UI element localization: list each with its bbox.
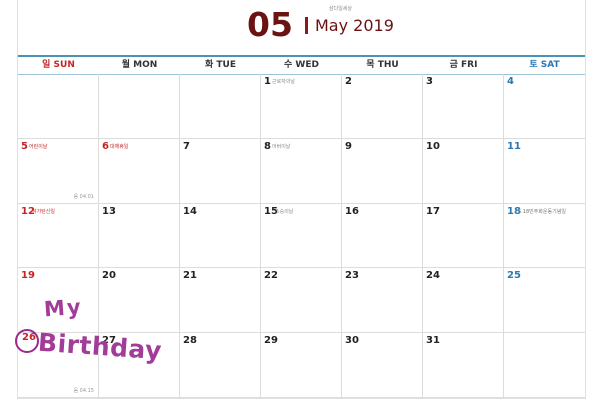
calendar-day-cell[interactable]: 13 [99, 203, 180, 269]
day-number: 1 [264, 76, 271, 87]
calendar-day-cell[interactable]: 18 5.18민주화운동기념일 [504, 204, 585, 269]
calendar-day-cell[interactable]: 3 [423, 74, 504, 139]
calendar-day-cell[interactable]: 21 [180, 268, 261, 334]
day-number: 3 [426, 76, 433, 87]
calendar-day-cell[interactable]: 12 석가탄신일 [18, 203, 99, 269]
weekday-sat: 토 SAT [529, 60, 560, 70]
day-number: 7 [183, 140, 190, 152]
day-note: 석가탄신일 [32, 208, 56, 215]
calendar-day-cell[interactable] [504, 333, 585, 398]
weekday-thu: 목 THU [366, 60, 399, 70]
month-number: 05 [247, 5, 293, 44]
day-number: 10 [426, 140, 440, 152]
day-number: 17 [426, 205, 440, 217]
day-number: 20 [102, 270, 116, 282]
day-note: 대체휴일 [110, 143, 129, 150]
day-note: 스승의날 [275, 208, 294, 215]
weekday-tue: 화 TUE [204, 60, 236, 70]
calendar-day-cell[interactable]: 14 [180, 203, 261, 269]
calendar-day-cell[interactable]: 30 [342, 333, 423, 398]
calendar-day-cell[interactable]: 16 [342, 203, 423, 269]
weekday-sun: 일 SUN [42, 60, 75, 70]
weekday-mon: 월 MON [121, 60, 158, 70]
calendar-day-cell[interactable]: 25 [504, 268, 585, 334]
calendar-day-cell[interactable]: 7 [180, 138, 261, 204]
day-number: 2 [345, 76, 352, 87]
calendar-day-cell[interactable] [18, 74, 99, 139]
weekday-fri: 금 FRI [449, 60, 478, 70]
calendar-day-cell[interactable]: 1 근로자의날 [261, 74, 342, 139]
calendar-day-cell[interactable]: 20 [99, 268, 180, 334]
day-number: 28 [183, 335, 197, 347]
day-note: 어린이날 [29, 143, 48, 150]
calendar-day-cell[interactable]: 5 어린이날음 04.01 [18, 138, 99, 204]
calendar-day-cell[interactable]: 17 [423, 203, 504, 269]
calendar-day-cell[interactable]: 9 [342, 138, 423, 204]
calendar-day-cell[interactable]: 22 [261, 268, 342, 334]
lunar-date: 음 04.01 [73, 193, 94, 200]
day-number: 21 [183, 270, 197, 282]
header-tiny-note: 삼다일세상 [329, 6, 353, 12]
calendar-day-cell[interactable]: 10 [423, 138, 504, 204]
calendar-day-cell[interactable] [99, 74, 180, 139]
doodle-my: My [43, 294, 84, 322]
day-number: 13 [102, 205, 116, 217]
calendar-day-cell[interactable]: 11 [504, 139, 585, 204]
month-year: May 2019 [315, 16, 394, 35]
calendar-day-cell[interactable]: 23 [342, 268, 423, 334]
calendar-day-cell[interactable]: 15 스승의날 [261, 203, 342, 269]
day-note: 어버이날 [272, 143, 291, 150]
day-number: 29 [264, 335, 278, 347]
day-number: 31 [426, 335, 440, 347]
calendar-day-cell[interactable]: 6 대체휴일 [99, 138, 180, 204]
day-number: 19 [21, 270, 35, 282]
day-number: 16 [345, 205, 359, 217]
day-number: 30 [345, 335, 359, 347]
day-number: 25 [507, 270, 521, 282]
day-number: 6 [102, 140, 109, 152]
day-number: 5 [21, 140, 28, 152]
day-number: 11 [507, 140, 521, 152]
day-number: 24 [426, 270, 440, 282]
calendar-day-cell[interactable]: 4 [504, 74, 585, 139]
header-separator [305, 17, 308, 34]
calendar-day-cell[interactable]: 31 [423, 333, 504, 398]
day-note: 근로자의날 [272, 79, 296, 85]
calendar-day-cell[interactable]: 28 [180, 333, 261, 398]
day-number: 23 [345, 270, 359, 282]
day-number: 9 [345, 140, 352, 152]
day-number: 8 [264, 140, 271, 152]
lunar-date: 음 04.15 [73, 388, 94, 394]
weekday-wed: 수 WED [284, 60, 319, 70]
day-number: 4 [507, 76, 514, 87]
day-number: 14 [183, 205, 197, 217]
weekday-header-row: 일 SUN 월 MON 화 TUE 수 WED 목 THU 금 FRI 토 SA… [18, 57, 585, 75]
day-note: 5.18민주화운동기념일 [518, 208, 566, 215]
calendar-day-cell[interactable]: 29 [261, 333, 342, 398]
calendar-header: 05 삼다일세상 May 2019 [18, 0, 585, 55]
calendar-day-cell[interactable]: 24 [423, 268, 504, 334]
day-number: 22 [264, 270, 278, 282]
calendar-day-cell[interactable] [180, 74, 261, 139]
birthday-circle [15, 329, 39, 354]
calendar-day-cell[interactable]: 2 [342, 74, 423, 139]
calendar-day-cell[interactable]: 8 어버이날 [261, 138, 342, 204]
